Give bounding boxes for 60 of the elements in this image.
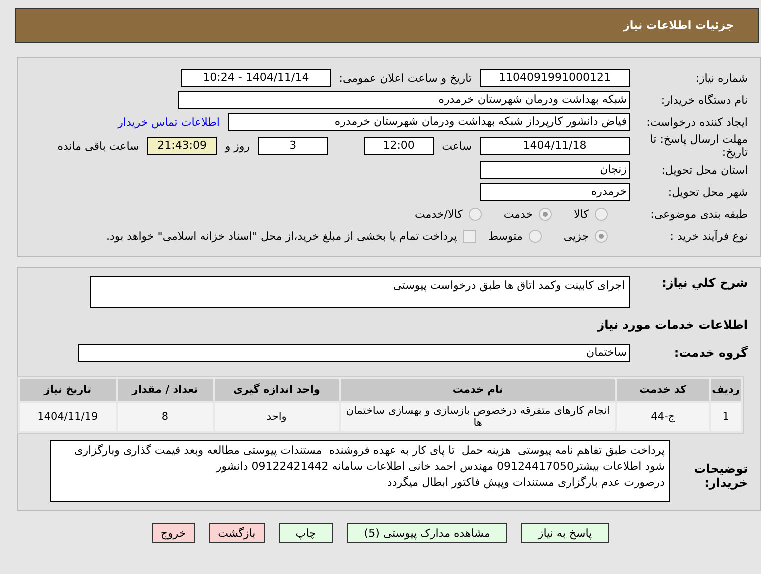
table-cell: 8 [118,403,213,431]
province-field: زنجان [480,161,630,180]
notes-textarea[interactable]: پرداخت طبق تفاهم نامه پیوستی هزینه حمل تا پای کار به عهده فروشنده مستندات پیوستی مطالعه وبعد قیمت گذاری وبارگزاری شود اطلاعات بیشتر09124417050 مهندس احمد خانی اطلاعات سامانه 09122421442 دانشور درصورت عدم بارگزاری مستندات وپیش فاکتور ابطال میگردد [50,440,670,502]
column-header: تعداد / مقدار [118,379,213,401]
field-label: ساعت [442,140,472,153]
field-label: شماره نیاز: [694,72,749,84]
city-field: خرمدره [480,183,630,202]
action-button[interactable]: بازگشت [209,523,265,543]
field-label: طبقه بندی موضوعی: [650,208,749,221]
field-label: نوع فرآیند خرید : [669,230,749,243]
field-label: توضیحات خریدار: [693,461,749,490]
radio-button[interactable] [595,230,608,243]
summary-textarea[interactable]: اجرای کابینت وکمد اتاق ها طبق درخواست پیوستی [90,276,630,308]
creator-field: فیاض دانشور کارپرداز شبکه بهداشت ودرمان شهرستان خرمدره [228,113,630,131]
days-field: 3 [258,137,328,156]
radio-button[interactable] [468,208,482,221]
contact-link[interactable]: اطلاعات تماس خریدار [118,116,220,128]
field-label: ساعت باقی مانده [58,140,140,153]
radio-button[interactable] [539,208,552,221]
deadline-date-field: 1404/11/18 [480,137,630,156]
announce-date-field: 1404/11/14 - 10:24 [181,69,332,87]
table-cell: واحد [214,403,340,431]
field-label: ایجاد کننده درخواست: [646,116,749,128]
radio-label: کالا [574,208,589,221]
radio-button[interactable] [595,208,608,221]
radio-label: کالا/خدمت [415,208,463,221]
column-header: واحد اندازه گیری [214,379,340,401]
deadline-time-field: 12:00 [364,137,434,156]
action-button[interactable]: خروج [152,523,196,543]
field-label: گروه خدمت: [673,346,749,360]
radio-label: جزیی [564,230,589,243]
field-label: شهر محل تحویل: [667,186,749,199]
radio-label: متوسط [488,230,523,243]
remaining-time-field: 21:43:09 [147,137,218,156]
checkbox-label: پرداخت تمام یا بخشی از مبلغ خرید،از محل "اسناد خزانه اسلامی" خواهد بود. [106,230,458,243]
column-header: نام خدمت [341,379,616,401]
field-label: استان محل تحویل: [660,164,749,177]
column-header: کد خدمت [617,379,710,401]
radio-button[interactable] [528,230,542,243]
table-cell: انجام کارهای متفرقه درخصوص بازسازی و بهسازی ساختمان ها [341,403,616,431]
table-cell: ج-44 [617,403,710,431]
checkbox[interactable] [463,230,476,243]
action-button[interactable]: مشاهده مدارک پیوستی (5) [347,523,508,543]
column-header: ردیف [711,379,741,401]
table-cell: 1 [711,403,741,431]
need-number-field: 1104091991000121 [480,69,630,87]
field-label: شرح کلي نياز: [661,276,749,290]
service-group-field: ساختمان [78,344,630,362]
field-label: روز و [225,140,250,153]
section-title: اطلاعات خدمات مورد نياز [598,317,749,334]
field-label: نام دستگاه خریدار: [660,94,749,106]
page-title: جزئیات اطلاعات نیاز [624,19,734,32]
radio-label: خدمت [504,208,534,221]
table-cell: 1404/11/19 [20,403,116,431]
field-label: تاریخ و ساعت اعلان عمومی: [339,72,472,84]
action-button[interactable]: چاپ [278,523,334,543]
action-button[interactable]: پاسخ به نیاز [521,523,610,543]
field-label: مهلت ارسال پاسخ: تا تاریخ: [649,133,749,160]
column-header: تاریخ نیاز [20,379,116,401]
buyer-field: شبکه بهداشت ودرمان شهرستان خرمدره [178,91,630,109]
